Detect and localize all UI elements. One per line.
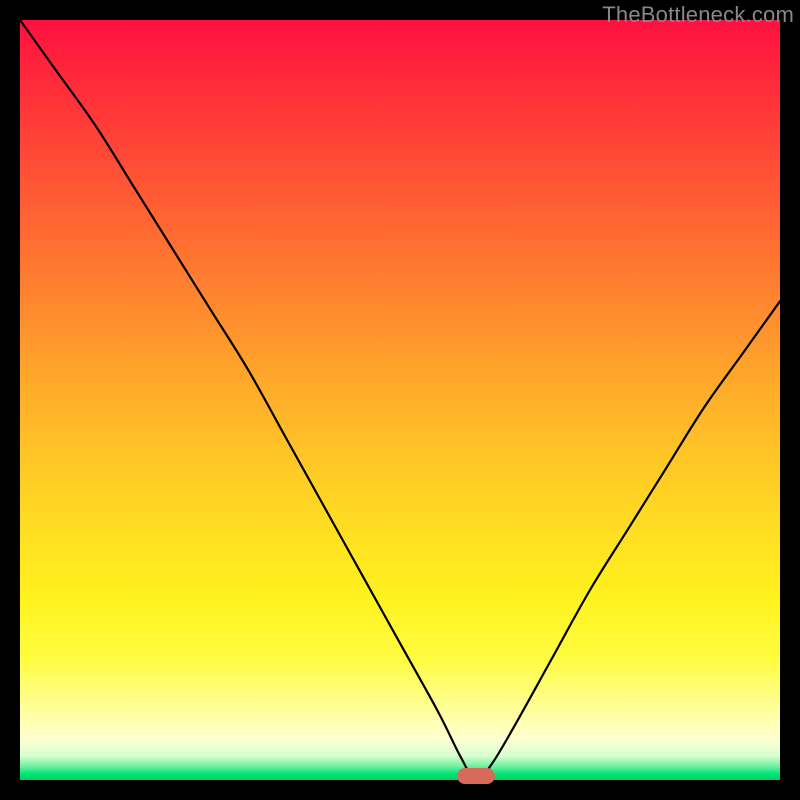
chart-frame: TheBottleneck.com <box>0 0 800 800</box>
plot-area <box>20 20 780 780</box>
minimum-marker <box>457 768 495 784</box>
watermark-text: TheBottleneck.com <box>602 2 794 28</box>
bottleneck-curve <box>20 20 780 780</box>
